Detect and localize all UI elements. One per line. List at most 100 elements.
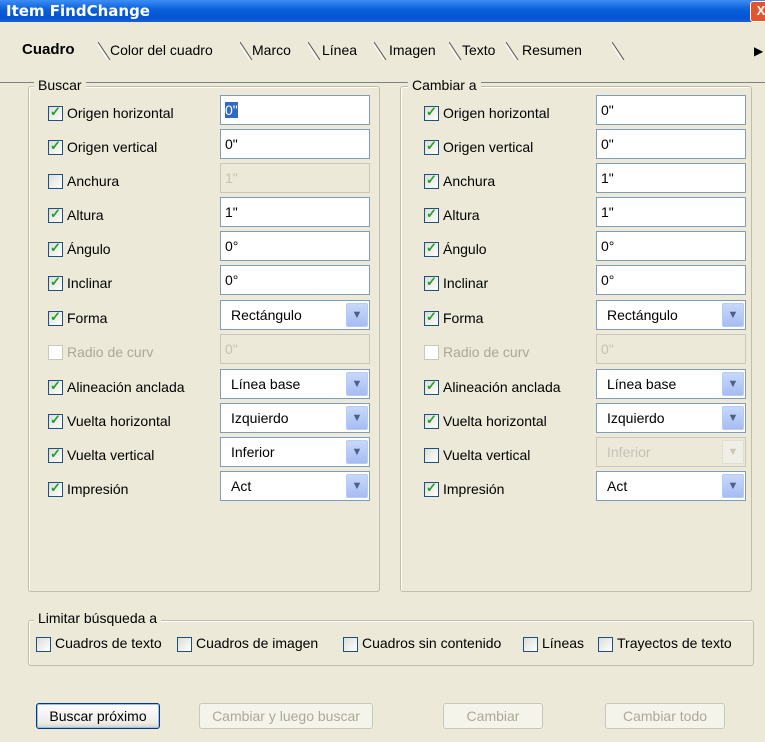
change-then-find-button[interactable]: Cambiar y luego buscar bbox=[199, 703, 373, 729]
find-angulo-label: Ángulo bbox=[67, 241, 111, 257]
find-origen-vertical-input[interactable]: 0" bbox=[220, 129, 370, 159]
tab-cuadro[interactable]: Cuadro bbox=[18, 40, 75, 60]
change-inclinar-checkbox[interactable] bbox=[424, 274, 439, 291]
change-origen-horizontal-label: Origen horizontal bbox=[443, 105, 550, 121]
find-next-button[interactable]: Buscar próximo bbox=[36, 703, 160, 729]
find-vuelta-vertical-checkbox[interactable] bbox=[48, 446, 63, 463]
change-altura-label: Altura bbox=[443, 207, 480, 223]
chevron-down-icon[interactable]: ▼ bbox=[722, 303, 744, 327]
limit-cuadros-de-texto-checkbox[interactable] bbox=[36, 637, 51, 652]
find-origen-horizontal-input[interactable]: 0" bbox=[220, 95, 370, 125]
change-alineacion-anclada-select[interactable]: Línea base ▼ bbox=[596, 369, 746, 399]
find-radio-de-curv-input[interactable]: 0" bbox=[220, 334, 370, 364]
change-vuelta-horizontal-select[interactable]: Izquierdo ▼ bbox=[596, 403, 746, 433]
find-anchura-input[interactable]: 1" bbox=[220, 163, 370, 193]
find-altura-input[interactable]: 1" bbox=[220, 197, 370, 227]
tab-linea[interactable]: Línea bbox=[318, 40, 357, 60]
find-anchura-label: Anchura bbox=[67, 173, 120, 189]
change-alineacion-anclada-checkbox[interactable] bbox=[424, 378, 439, 395]
close-button[interactable]: X bbox=[750, 1, 765, 22]
find-alineacion-anclada-select[interactable]: Línea base ▼ bbox=[220, 369, 370, 399]
change-origen-vertical-label: Origen vertical bbox=[443, 139, 534, 155]
chevron-down-icon[interactable]: ▼ bbox=[722, 372, 744, 396]
change-anchura-checkbox[interactable] bbox=[424, 172, 439, 189]
change-origen-vertical-input[interactable]: 0" bbox=[596, 129, 746, 159]
find-alineacion-anclada-selected-value: Línea base bbox=[231, 376, 301, 392]
change-angulo-checkbox[interactable] bbox=[424, 240, 439, 257]
find-radio-de-curv-label: Radio de curv bbox=[67, 344, 154, 360]
find-origen-vertical-value: 0" bbox=[225, 136, 238, 152]
find-impresion-select[interactable]: Act ▼ bbox=[220, 471, 370, 501]
find-forma-checkbox[interactable] bbox=[48, 309, 63, 326]
change-forma-checkbox[interactable] bbox=[424, 309, 439, 326]
change-inclinar-label: Inclinar bbox=[443, 275, 489, 291]
change-button[interactable]: Cambiar bbox=[443, 703, 543, 729]
change-vuelta-vertical-checkbox[interactable] bbox=[424, 448, 439, 463]
find-radio-de-curv-checkbox[interactable] bbox=[48, 345, 63, 360]
tab-imagen[interactable]: Imagen bbox=[385, 40, 436, 60]
change-altura-checkbox[interactable] bbox=[424, 206, 439, 223]
change-radio-de-curv-checkbox[interactable] bbox=[424, 345, 439, 360]
find-alineacion-anclada-label: Alineación anclada bbox=[67, 379, 185, 395]
find-forma-selected-value: Rectángulo bbox=[231, 307, 302, 323]
chevron-down-icon[interactable]: ▼ bbox=[722, 406, 744, 430]
find-impresion-checkbox[interactable] bbox=[48, 480, 63, 497]
limit-cuadros-de-imagen-checkbox[interactable] bbox=[177, 637, 192, 652]
find-radio-de-curv-value: 0" bbox=[225, 341, 238, 357]
find-impresion-label: Impresión bbox=[67, 481, 129, 497]
find-angulo-checkbox[interactable] bbox=[48, 240, 63, 257]
tab-texto[interactable]: Texto bbox=[458, 40, 495, 60]
window-title: Item FindChange bbox=[6, 2, 150, 20]
find-origen-horizontal-checkbox[interactable] bbox=[48, 104, 63, 121]
change-altura-value: 1" bbox=[601, 204, 614, 220]
change-impresion-select[interactable]: Act ▼ bbox=[596, 471, 746, 501]
change-origen-horizontal-input[interactable]: 0" bbox=[596, 95, 746, 125]
tab-marco[interactable]: Marco bbox=[248, 40, 291, 60]
find-angulo-value: 0° bbox=[225, 238, 239, 254]
chevron-down-icon[interactable]: ▼ bbox=[722, 474, 744, 498]
chevron-down-icon[interactable]: ▼ bbox=[346, 440, 368, 464]
chevron-down-icon[interactable]: ▼ bbox=[346, 303, 368, 327]
find-impresion-selected-value: Act bbox=[231, 478, 252, 494]
find-vuelta-horizontal-select[interactable]: Izquierdo ▼ bbox=[220, 403, 370, 433]
chevron-down-icon[interactable]: ▼ bbox=[346, 406, 368, 430]
find-origen-horizontal-value: 0" bbox=[225, 102, 238, 118]
find-vuelta-horizontal-checkbox[interactable] bbox=[48, 412, 63, 429]
find-inclinar-input[interactable]: 0° bbox=[220, 265, 370, 295]
find-vuelta-vertical-select[interactable]: Inferior ▼ bbox=[220, 437, 370, 467]
change-forma-select[interactable]: Rectángulo ▼ bbox=[596, 300, 746, 330]
find-inclinar-checkbox[interactable] bbox=[48, 274, 63, 291]
find-anchura-checkbox[interactable] bbox=[48, 174, 63, 189]
change-radio-de-curv-input[interactable]: 0" bbox=[596, 334, 746, 364]
limit-cuadros-sin-contenido-checkbox[interactable] bbox=[343, 637, 358, 652]
find-inclinar-value: 0° bbox=[225, 272, 239, 288]
change-impresion-checkbox[interactable] bbox=[424, 480, 439, 497]
limit-lineas-label: Líneas bbox=[542, 635, 585, 651]
find-origen-vertical-checkbox[interactable] bbox=[48, 138, 63, 155]
change-altura-input[interactable]: 1" bbox=[596, 197, 746, 227]
find-forma-select[interactable]: Rectángulo ▼ bbox=[220, 300, 370, 330]
find-alineacion-anclada-checkbox[interactable] bbox=[48, 378, 63, 395]
limit-trayectos-de-texto-checkbox[interactable] bbox=[598, 637, 613, 652]
tab-resumen[interactable]: Resumen bbox=[518, 40, 582, 60]
change-vuelta-vertical-select[interactable]: Inferior ▼ bbox=[596, 437, 746, 467]
chevron-down-icon[interactable]: ▼ bbox=[346, 474, 368, 498]
find-origen-vertical-label: Origen vertical bbox=[67, 139, 158, 155]
tab-scroll-right-icon[interactable]: ▶ bbox=[754, 43, 764, 59]
chevron-down-icon[interactable]: ▼ bbox=[346, 372, 368, 396]
change-all-button[interactable]: Cambiar todo bbox=[605, 703, 725, 729]
change-angulo-input[interactable]: 0° bbox=[596, 231, 746, 261]
find-angulo-input[interactable]: 0° bbox=[220, 231, 370, 261]
change-inclinar-input[interactable]: 0° bbox=[596, 265, 746, 295]
change-vuelta-horizontal-checkbox[interactable] bbox=[424, 412, 439, 429]
change-origen-vertical-checkbox[interactable] bbox=[424, 138, 439, 155]
limit-lineas-checkbox[interactable] bbox=[523, 637, 538, 652]
change-origen-horizontal-checkbox[interactable] bbox=[424, 104, 439, 121]
chevron-down-icon[interactable]: ▼ bbox=[722, 440, 744, 464]
find-altura-checkbox[interactable] bbox=[48, 206, 63, 223]
limit-cuadros-sin-contenido-label: Cuadros sin contenido bbox=[362, 635, 502, 651]
change-anchura-input[interactable]: 1" bbox=[596, 163, 746, 193]
change-alineacion-anclada-selected-value: Línea base bbox=[607, 376, 677, 392]
change-angulo-label: Ángulo bbox=[443, 241, 487, 257]
tab-color-del-cuadro[interactable]: Color del cuadro bbox=[106, 40, 213, 60]
